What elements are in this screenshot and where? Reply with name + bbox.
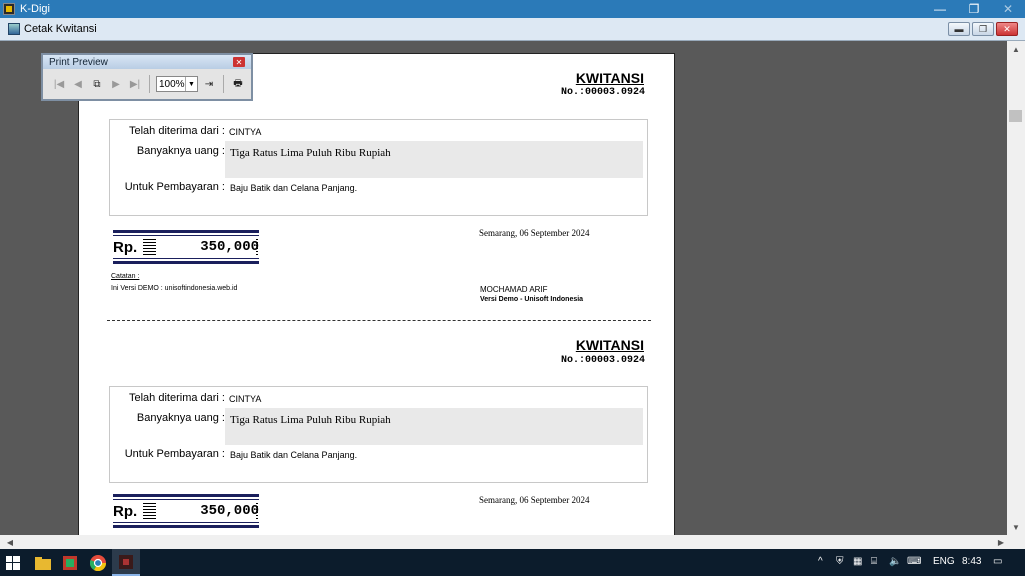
copy-icon[interactable]: ⧉ [89, 76, 105, 92]
print-preview-title-text: Print Preview [49, 56, 108, 68]
toolbar-separator [149, 75, 150, 93]
zoom-select[interactable]: 100% ▼ [156, 76, 198, 92]
receipt-number: No.:00003.0924 [560, 87, 645, 98]
chrome-icon[interactable] [88, 553, 108, 573]
receipt-details-box: Telah diterima dari : CINTYA Banyaknya u… [109, 386, 648, 483]
amount-words-value: Tiga Ratus Lima Puluh Ribu Rupiah [230, 414, 391, 426]
receipt-details-box: Telah diterima dari : CINTYA Banyaknya u… [109, 119, 648, 216]
received-from-value: CINTYA [229, 394, 262, 404]
chevron-down-icon[interactable]: ▼ [185, 77, 197, 91]
amount-words-label: Banyaknya uang : [136, 145, 225, 157]
amount-words-value: Tiga Ratus Lima Puluh Ribu Rupiah [230, 147, 391, 159]
amount-box: Rp. 350,000 [113, 230, 259, 264]
receipt-title: KWITANSI [575, 70, 644, 86]
vertical-scrollbar[interactable]: ▲ ▼ [1007, 41, 1025, 535]
payment-for-label: Untuk Pembayaran : [124, 181, 225, 193]
next-page-icon[interactable]: ▶ [108, 76, 124, 92]
form-close-button[interactable]: ✕ [996, 22, 1018, 36]
signer-note: Versi Demo - Unisoft Indonesia [480, 296, 584, 303]
scroll-right-icon[interactable]: ▶ [993, 535, 1009, 549]
report-page: KWITANSI No.:00003.0924 Telah diterima d… [78, 53, 675, 535]
place-date: Semarang, 06 September 2024 [479, 495, 590, 505]
preview-area[interactable]: KWITANSI No.:00003.0924 Telah diterima d… [0, 41, 1007, 535]
print-preview-close-icon[interactable]: ✕ [233, 57, 245, 67]
amount-words-label: Banyaknya uang : [136, 412, 225, 424]
scroll-left-icon[interactable]: ◀ [2, 535, 18, 549]
amount-box: Rp. 350,000 [113, 494, 259, 528]
currency-label: Rp. [113, 239, 138, 256]
taskbar: ^ ⛨ ▦ ⌸ 🔈 ⌨ ENG 8:43 ▭ [0, 549, 1025, 576]
keyboard-icon[interactable]: ⌨ [907, 556, 921, 567]
clock[interactable]: 8:43 [962, 556, 981, 567]
file-explorer-icon[interactable] [33, 553, 53, 573]
restore-button[interactable]: ❐ [957, 0, 991, 18]
amount-value: 350,000 [200, 239, 259, 255]
form-title: Cetak Kwitansi [24, 23, 97, 35]
form-minimize-button[interactable]: ▬ [948, 22, 970, 36]
receipt-title: KWITANSI [575, 337, 644, 353]
note-text: Ini Versi DEMO : unisoftindonesia.web.id [111, 285, 238, 292]
app-shortcut-icon[interactable] [60, 553, 80, 573]
signer-name: MOCHAMAD ARIF [480, 285, 548, 294]
place-date: Semarang, 06 September 2024 [479, 228, 590, 238]
payment-for-value: Baju Batik dan Celana Panjang. [230, 450, 358, 460]
received-from-label: Telah diterima dari : [129, 392, 225, 404]
print-preview-title[interactable]: Print Preview ✕ [43, 55, 251, 69]
volume-icon[interactable]: 🔈 [889, 556, 901, 567]
zoom-value: 100% [159, 78, 185, 90]
payment-for-value: Baju Batik dan Celana Panjang. [230, 183, 358, 193]
show-hidden-icons-icon[interactable]: ^ [818, 556, 823, 567]
app-titlebar: K-Digi — ❐ ✕ [0, 0, 1025, 18]
receipt-number: No.:00003.0924 [560, 355, 645, 366]
form-titlebar: Cetak Kwitansi ▬ ❐ ✕ [0, 18, 1025, 41]
scroll-thumb[interactable] [1009, 110, 1022, 122]
prev-page-icon[interactable]: ◀ [70, 76, 86, 92]
app-icon [3, 3, 15, 15]
last-page-icon[interactable]: ▶| [127, 76, 143, 92]
notifications-icon[interactable]: ▭ [993, 556, 1002, 567]
start-icon[interactable] [3, 553, 23, 573]
form-icon [8, 23, 20, 35]
language-indicator[interactable]: ENG [933, 556, 955, 567]
toolbar-separator [223, 75, 224, 93]
network-icon[interactable]: ⌸ [871, 556, 877, 567]
received-from-value: CINTYA [229, 127, 262, 137]
form-restore-button[interactable]: ❐ [972, 22, 994, 36]
amount-value: 350,000 [200, 503, 259, 519]
print-icon[interactable]: 🖶 [230, 76, 246, 92]
first-page-icon[interactable]: |◀ [51, 76, 67, 92]
print-preview-toolbar[interactable]: Print Preview ✕ |◀ ◀ ⧉ ▶ ▶| 100% ▼ ⇥ 🖶 [41, 53, 253, 101]
app-title: K-Digi [20, 3, 50, 15]
tray-app-icon[interactable]: ▦ [853, 556, 862, 567]
security-icon[interactable]: ⛨ [836, 556, 844, 567]
scroll-up-icon[interactable]: ▲ [1007, 41, 1025, 57]
k-digi-task-icon[interactable] [112, 549, 140, 576]
receipt-2: KWITANSI No.:00003.0924 Telah diterima d… [79, 321, 676, 528]
horizontal-scrollbar[interactable]: ◀ ▶ [0, 535, 1025, 549]
currency-label: Rp. [113, 503, 138, 520]
scroll-down-icon[interactable]: ▼ [1007, 519, 1025, 535]
minimize-button[interactable]: — [923, 0, 957, 18]
received-from-label: Telah diterima dari : [129, 125, 225, 137]
note-label: Catatan : [111, 273, 140, 280]
close-button[interactable]: ✕ [991, 0, 1025, 18]
export-icon[interactable]: ⇥ [201, 76, 217, 92]
payment-for-label: Untuk Pembayaran : [124, 448, 225, 460]
